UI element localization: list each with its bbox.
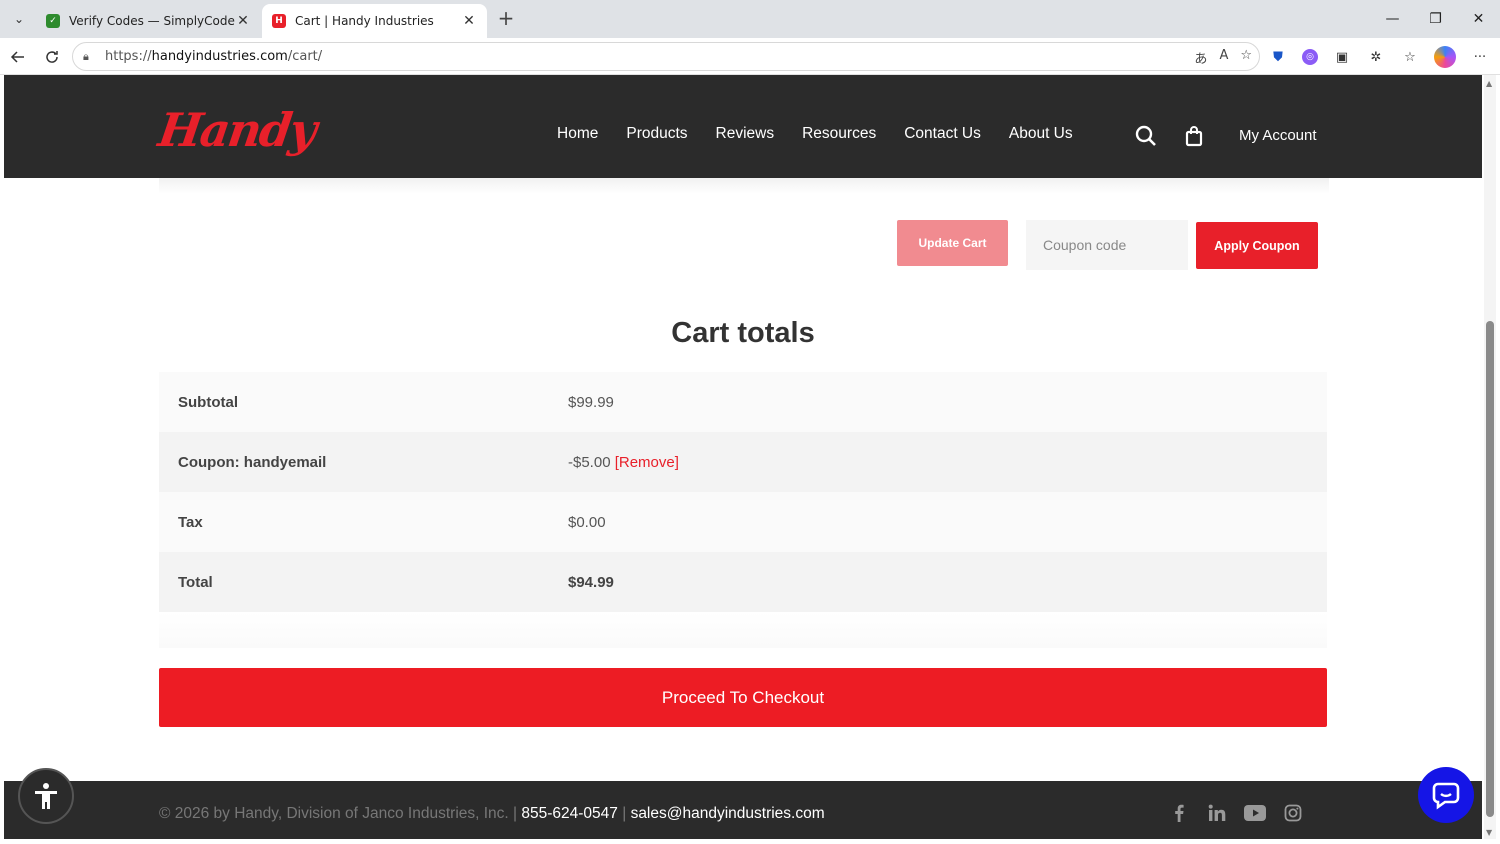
scroll-down-arrow-icon[interactable]: ▼: [1486, 828, 1492, 837]
extensions-puzzle-icon[interactable]: ✲: [1366, 47, 1386, 67]
purple-extension-icon[interactable]: ◎: [1302, 49, 1318, 65]
simplycodes-favicon-icon: ✓: [46, 14, 60, 28]
totals-table-footer-shade: [159, 612, 1327, 648]
cart-totals-heading: Cart totals: [671, 317, 815, 349]
nav-reviews[interactable]: Reviews: [716, 125, 775, 143]
back-arrow-icon[interactable]: [6, 45, 30, 69]
address-bar-actions: あ A ☆: [1194, 48, 1252, 67]
read-aloud-icon[interactable]: A: [1219, 48, 1228, 67]
tab-title: Cart | Handy Industries: [295, 14, 434, 28]
browser-toolbar: 🔒︎ https://handyindustries.com/cart/ あ A…: [0, 38, 1500, 75]
copilot-icon[interactable]: [1434, 46, 1456, 68]
tab-list-chevron-icon[interactable]: ⌄: [6, 6, 32, 32]
url-prefix: https://: [105, 49, 152, 64]
url-host: handyindustries.com: [151, 49, 288, 64]
social-links: [1167, 801, 1305, 825]
footer-phone-link[interactable]: 855-624-0547: [521, 805, 618, 822]
tab-close-icon[interactable]: ✕: [461, 13, 477, 29]
nav-about-us[interactable]: About Us: [1009, 125, 1073, 143]
url-path: /cart/: [287, 49, 323, 64]
total-label: Total: [159, 552, 568, 612]
favorite-star-icon[interactable]: ☆: [1240, 48, 1252, 67]
lock-icon[interactable]: 🔒︎: [83, 50, 97, 64]
coupon-label: Coupon: handyemail: [159, 432, 568, 492]
site-header: Handy Home Products Reviews Resources Co…: [4, 75, 1482, 178]
chat-bubble-icon[interactable]: [1418, 767, 1474, 823]
handy-logo[interactable]: Handy: [155, 103, 318, 157]
proceed-to-checkout-button[interactable]: Proceed To Checkout: [159, 668, 1327, 727]
search-icon[interactable]: [1135, 125, 1157, 147]
handy-favicon-icon: H: [272, 14, 286, 28]
coupon-row: Coupon: handyemail -$5.00 [Remove]: [159, 432, 1327, 492]
footer-copyright: © 2026 by Handy, Division of Janco Indus…: [159, 805, 518, 822]
shield-extension-icon[interactable]: ⛊: [1268, 47, 1288, 67]
minimize-icon[interactable]: —: [1371, 0, 1414, 38]
tax-label: Tax: [159, 492, 568, 552]
favorites-icon[interactable]: ☆: [1400, 47, 1420, 67]
new-tab-plus-icon[interactable]: +: [494, 6, 518, 32]
main-navigation: Home Products Reviews Resources Contact …: [557, 125, 1101, 143]
youtube-icon[interactable]: [1243, 801, 1267, 825]
address-bar[interactable]: 🔒︎ https://handyindustries.com/cart/: [72, 42, 1260, 71]
footer-email-link[interactable]: sales@handyindustries.com: [631, 805, 825, 822]
refresh-icon[interactable]: [40, 45, 64, 69]
tab-close-icon[interactable]: ✕: [235, 13, 251, 29]
browser-tab-bar: ⌄ ✓ Verify Codes — SimplyCodes ✕ H Cart …: [0, 0, 1500, 38]
apply-coupon-button[interactable]: Apply Coupon: [1196, 222, 1318, 269]
nav-products[interactable]: Products: [626, 125, 687, 143]
my-account-link[interactable]: My Account: [1239, 127, 1317, 144]
footer-separator: |: [622, 805, 627, 822]
coupon-code-input[interactable]: [1026, 220, 1188, 270]
coupon-discount-value: -$5.00: [568, 453, 611, 471]
nav-resources[interactable]: Resources: [802, 125, 876, 143]
tax-row: Tax $0.00: [159, 492, 1327, 552]
shopping-bag-icon[interactable]: [1184, 125, 1206, 147]
window-close-icon[interactable]: ✕: [1457, 0, 1500, 38]
instagram-icon[interactable]: [1281, 801, 1305, 825]
wallet-extension-icon[interactable]: ▣: [1332, 47, 1352, 67]
page-viewport: Handy Home Products Reviews Resources Co…: [4, 75, 1482, 839]
extensions-area: ⛊ ◎ ▣ ✲ ☆ ···: [1268, 46, 1490, 68]
scrollbar-thumb[interactable]: [1486, 321, 1494, 817]
nav-contact-us[interactable]: Contact Us: [904, 125, 981, 143]
tab-title: Verify Codes — SimplyCodes: [69, 14, 235, 28]
cart-table-bottom-edge: [159, 178, 1329, 194]
more-menu-icon[interactable]: ···: [1470, 47, 1490, 67]
tax-value: $0.00: [568, 492, 1327, 552]
tab-cart-handy[interactable]: H Cart | Handy Industries ✕: [262, 4, 487, 38]
subtotal-label: Subtotal: [159, 372, 568, 432]
footer-contact-line: © 2026 by Handy, Division of Janco Indus…: [159, 805, 825, 823]
restore-icon[interactable]: ❐: [1414, 0, 1457, 38]
total-value: $94.99: [568, 552, 1327, 612]
facebook-icon[interactable]: [1167, 801, 1191, 825]
cart-totals-table: Subtotal $99.99 Coupon: handyemail -$5.0…: [159, 372, 1327, 612]
accessibility-icon[interactable]: [18, 768, 74, 824]
update-cart-button[interactable]: Update Cart: [897, 220, 1008, 266]
page-scrollbar[interactable]: ▲ ▼: [1484, 75, 1496, 839]
linkedin-icon[interactable]: [1205, 801, 1229, 825]
tab-verify-codes[interactable]: ✓ Verify Codes — SimplyCodes ✕: [36, 4, 261, 38]
subtotal-value: $99.99: [568, 372, 1327, 432]
remove-coupon-link[interactable]: [Remove]: [615, 454, 679, 471]
nav-home[interactable]: Home: [557, 125, 598, 143]
total-row: Total $94.99: [159, 552, 1327, 612]
coupon-value-cell: -$5.00 [Remove]: [568, 432, 1327, 492]
translate-icon[interactable]: あ: [1194, 48, 1207, 67]
site-footer: © 2026 by Handy, Division of Janco Indus…: [4, 781, 1482, 839]
subtotal-row: Subtotal $99.99: [159, 372, 1327, 432]
window-controls: — ❐ ✕: [1371, 0, 1500, 38]
scroll-up-arrow-icon[interactable]: ▲: [1486, 79, 1492, 88]
